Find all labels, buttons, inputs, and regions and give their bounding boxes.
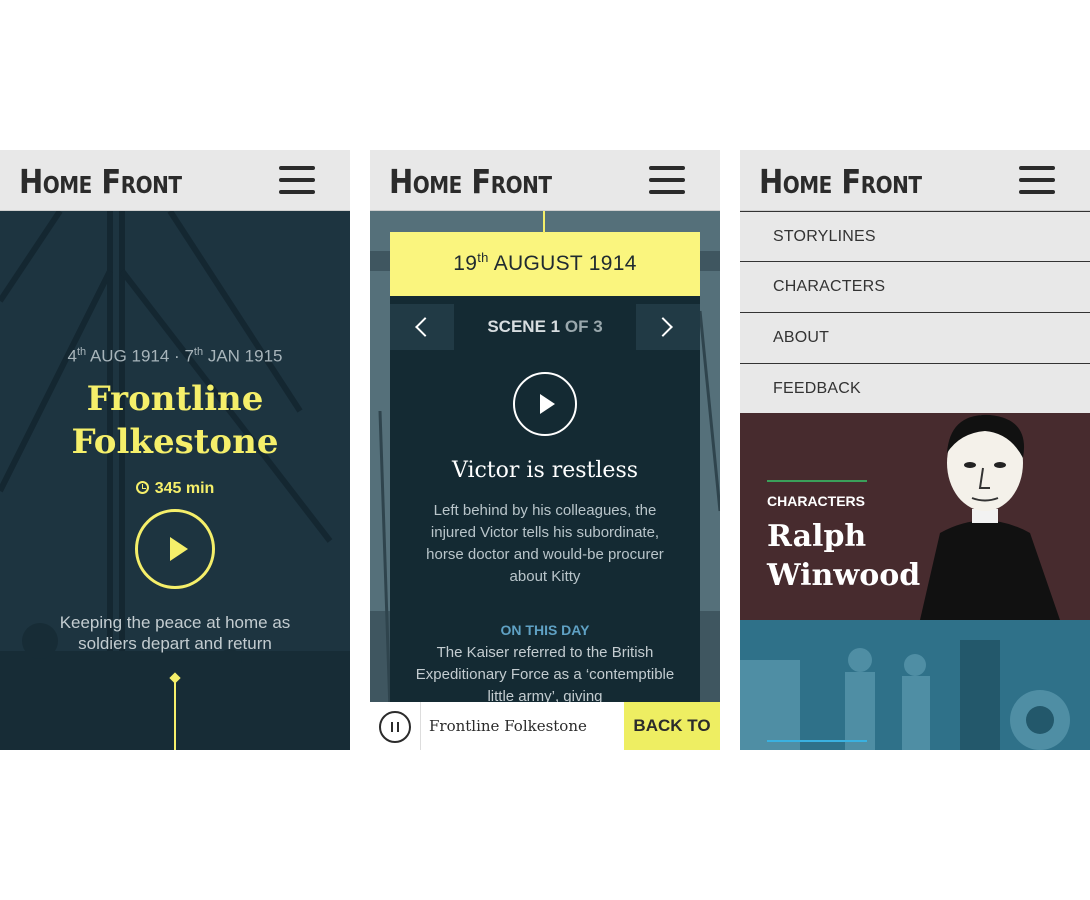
timeline-line <box>543 211 545 233</box>
scene-description: Left behind by his colleagues, the injur… <box>426 502 664 585</box>
hamburger-menu-icon[interactable] <box>649 165 685 195</box>
screen-storyline-intro: Home Front 4th AUG 1914 · 7th JAN 1915 F <box>0 150 350 750</box>
scene-card: SCENE 1 OF 3 Victor is restless Left beh… <box>390 296 700 750</box>
app-header: Home Front <box>370 150 720 211</box>
app-logo[interactable]: Home Front <box>759 162 922 201</box>
now-playing-title[interactable]: Frontline Folkestone <box>429 717 587 735</box>
clock-icon <box>135 481 149 494</box>
storyline-card[interactable] <box>740 620 1090 750</box>
menu-item-about[interactable]: ABOUT <box>740 313 1090 364</box>
scene-date: 19th AUGUST 1914 <box>390 232 700 296</box>
hamburger-menu-icon[interactable] <box>279 165 315 195</box>
scene-title: Victor is restless <box>451 458 639 483</box>
next-scene-button[interactable] <box>636 304 700 350</box>
storyline-description: Keeping the peace at home as soldiers de… <box>59 613 291 653</box>
storyline-title: Frontline Folkestone <box>71 379 279 462</box>
previous-scene-button[interactable] <box>390 304 454 350</box>
play-button[interactable] <box>135 509 215 589</box>
menu-item-characters[interactable]: CHARACTERS <box>740 262 1090 313</box>
on-this-day-text: The Kaiser referred to the British Exped… <box>415 644 675 705</box>
scene-navigator: SCENE 1 OF 3 <box>390 304 700 350</box>
menu-item-storylines[interactable]: STORYLINES <box>740 211 1090 262</box>
pause-icon[interactable] <box>379 711 411 743</box>
screen-scene-detail: Home Front 19th AUGUST 1914 SCENE 1 OF 3… <box>370 150 720 750</box>
menu-item-feedback[interactable]: FEEDBACK <box>740 364 1090 415</box>
card-accent-line <box>767 480 867 482</box>
card-accent-line <box>767 740 867 742</box>
on-this-day-label: ON THIS DAY <box>500 622 590 638</box>
app-logo[interactable]: Home Front <box>389 162 552 201</box>
duration: 345 min <box>0 480 350 498</box>
play-scene-button[interactable] <box>513 372 577 436</box>
back-to-button[interactable]: BACK TO <box>624 702 720 750</box>
divider <box>420 702 421 750</box>
nav-menu: STORYLINES CHARACTERS ABOUT FEEDBACK <box>740 211 1090 415</box>
character-name: Ralph Winwood <box>767 519 921 593</box>
timeline-line <box>174 680 176 750</box>
date-range: 4th AUG 1914 · 7th JAN 1915 <box>67 346 283 366</box>
character-kicker: CHARACTERS <box>767 493 865 509</box>
hamburger-menu-icon[interactable] <box>1019 165 1055 195</box>
audio-player-bar: Frontline Folkestone BACK TO <box>370 702 720 750</box>
character-card[interactable]: CHARACTERS Ralph Winwood <box>740 413 1090 620</box>
app-header: Home Front <box>0 150 350 211</box>
screen-menu-open: Home Front STORYLINES CHARACTERS ABOUT F… <box>740 150 1090 750</box>
app-header: Home Front <box>740 150 1090 211</box>
storyline-image <box>740 620 1090 750</box>
app-logo[interactable]: Home Front <box>19 162 182 201</box>
scene-counter: SCENE 1 OF 3 <box>487 317 603 336</box>
